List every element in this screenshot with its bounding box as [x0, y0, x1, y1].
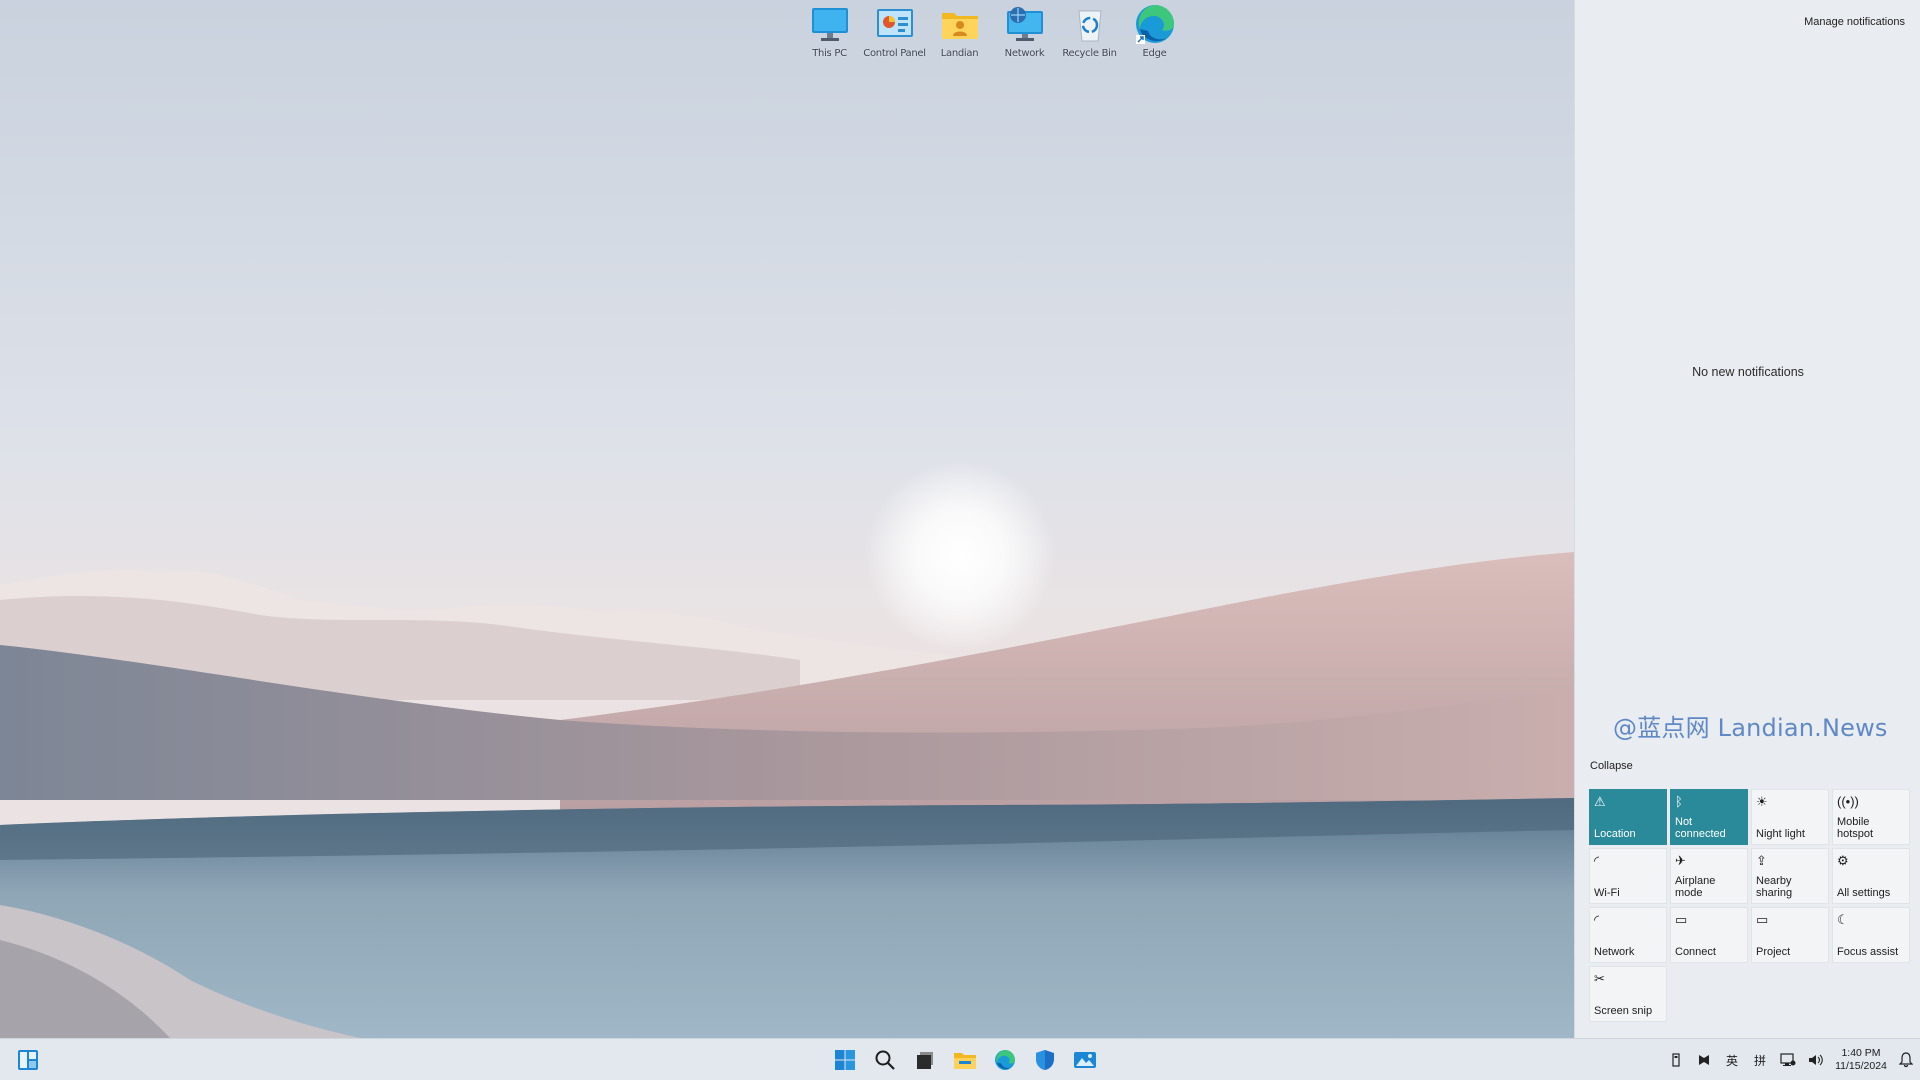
notification-bell-icon[interactable]: [1892, 1039, 1920, 1080]
quick-action-tile[interactable]: ◜ Network: [1589, 907, 1667, 963]
start-icon[interactable]: [828, 1043, 862, 1077]
quick-action-tile[interactable]: ☀ Night light: [1751, 789, 1829, 845]
quick-action-tile[interactable]: ⚠ Location: [1589, 789, 1667, 845]
bluetooth-icon: ᛒ: [1675, 794, 1683, 809]
quick-action-tile[interactable]: ◜ Wi-Fi: [1589, 848, 1667, 904]
quick-action-tile[interactable]: ▭ Project: [1751, 907, 1829, 963]
quick-action-tile[interactable]: ▭ Connect: [1670, 907, 1748, 963]
photos-icon[interactable]: [1068, 1043, 1102, 1077]
control-panel-icon: [874, 4, 916, 44]
wifi-icon: ◜: [1594, 853, 1600, 868]
security-icon[interactable]: [1028, 1043, 1062, 1077]
clock-date: 11/15/2024: [1835, 1060, 1887, 1072]
network-icon: [1004, 4, 1046, 44]
quick-action-label: Focus assist: [1837, 946, 1899, 958]
hotspot-icon: ((•)): [1837, 794, 1859, 809]
taskbar: 英 拼 1:40 PM 11/15/2024: [0, 1038, 1920, 1080]
quick-action-label: Screen snip: [1594, 1005, 1653, 1017]
desktop-icon-landian[interactable]: Landian: [927, 4, 992, 66]
manage-notifications-link[interactable]: Manage notifications: [1804, 16, 1905, 28]
quick-action-label: Airplane mode: [1675, 875, 1716, 899]
quick-action-label: Not connected: [1675, 816, 1726, 840]
network-tile-icon: ◜: [1594, 912, 1600, 927]
quick-action-tile[interactable]: ✈ Airplane mode: [1670, 848, 1748, 904]
quick-action-tile[interactable]: ((•)) Mobile hotspot: [1832, 789, 1910, 845]
quick-action-label: Project: [1756, 946, 1791, 958]
desktop-icon-network[interactable]: Network: [992, 4, 1057, 66]
recycle-bin-icon: [1069, 4, 1111, 44]
taskbar-apps: [828, 1039, 1102, 1080]
settings-icon: ⚙: [1837, 853, 1849, 868]
nearby-sharing-icon: ⇪: [1756, 853, 1767, 868]
quick-action-tile[interactable]: ☾ Focus assist: [1832, 907, 1910, 963]
screen-snip-icon: ✂: [1594, 971, 1605, 986]
quick-action-label: All settings: [1837, 887, 1891, 899]
connect-icon: ▭: [1675, 912, 1688, 927]
ime-mode-indicator[interactable]: 拼: [1746, 1039, 1774, 1080]
desktop-icon-control-panel[interactable]: Control Panel: [862, 4, 927, 66]
quick-action-tile[interactable]: ✂ Screen snip: [1589, 966, 1667, 1022]
desktop-icon-label: Recycle Bin: [1062, 48, 1117, 59]
task-view-icon[interactable]: [908, 1043, 942, 1077]
desktop-icon-edge[interactable]: Edge: [1122, 4, 1187, 66]
watermark-text: @蓝点网 Landian.News: [1613, 714, 1888, 742]
file-explorer-icon[interactable]: [948, 1043, 982, 1077]
user-folder-icon: [939, 4, 981, 44]
focus-assist-icon: ☾: [1837, 912, 1849, 927]
quick-actions-grid: ⚠ Location ᛒ Not connected ☀ Night light ((•))…: [1589, 789, 1910, 1022]
quick-action-label: Nearby sharing: [1756, 875, 1793, 899]
desktop-icon-label: Control Panel: [863, 48, 926, 59]
desktop: This PC Control Panel Landian Network Re…: [0, 0, 1574, 1038]
quick-action-tile[interactable]: ᛒ Not connected: [1670, 789, 1748, 845]
quick-action-tile[interactable]: ⚙ All settings: [1832, 848, 1910, 904]
quick-action-label: Wi-Fi: [1594, 887, 1620, 899]
edge-icon: [1134, 4, 1176, 44]
widgets-icon[interactable]: [16, 1048, 40, 1072]
edge-icon[interactable]: [988, 1043, 1022, 1077]
desktop-icon-label: Network: [1004, 48, 1045, 59]
search-icon[interactable]: [868, 1043, 902, 1077]
night-light-icon: ☀: [1756, 794, 1768, 809]
volume-icon[interactable]: [1802, 1039, 1830, 1080]
desktop-icon-this-pc[interactable]: This PC: [797, 4, 862, 66]
quick-action-label: Mobile hotspot: [1837, 816, 1874, 840]
network-status-icon[interactable]: [1774, 1039, 1802, 1080]
desktop-icon-label: This PC: [812, 48, 847, 59]
wallpaper: [0, 0, 1574, 1038]
app-tray-icon[interactable]: [1690, 1039, 1718, 1080]
project-icon: ▭: [1756, 912, 1769, 927]
desktop-icons: This PC Control Panel Landian Network Re…: [797, 4, 1187, 66]
quick-action-tile[interactable]: ⇪ Nearby sharing: [1751, 848, 1829, 904]
clock-time: 1:40 PM: [1841, 1047, 1881, 1059]
desktop-icon-label: Edge: [1142, 48, 1167, 59]
airplane-icon: ✈: [1675, 853, 1686, 868]
monitor-icon: [809, 4, 851, 44]
quick-action-label: Connect: [1675, 946, 1716, 958]
action-center-panel: Manage notifications No new notification…: [1574, 0, 1920, 1038]
desktop-icon-label: Landian: [940, 48, 979, 59]
ime-language-indicator[interactable]: 英: [1718, 1039, 1746, 1080]
location-icon: ⚠: [1594, 794, 1606, 809]
quick-action-label: Network: [1594, 946, 1635, 958]
empty-notifications-text: No new notifications: [1692, 365, 1804, 379]
collapse-link[interactable]: Collapse: [1590, 760, 1633, 772]
quick-action-label: Location: [1594, 828, 1636, 840]
desktop-icon-recycle-bin[interactable]: Recycle Bin: [1057, 4, 1122, 66]
clock[interactable]: 1:40 PM 11/15/2024: [1830, 1047, 1892, 1073]
quick-action-label: Night light: [1756, 828, 1805, 840]
usb-device-icon[interactable]: [1662, 1039, 1690, 1080]
system-tray: 英 拼 1:40 PM 11/15/2024: [1662, 1039, 1920, 1080]
